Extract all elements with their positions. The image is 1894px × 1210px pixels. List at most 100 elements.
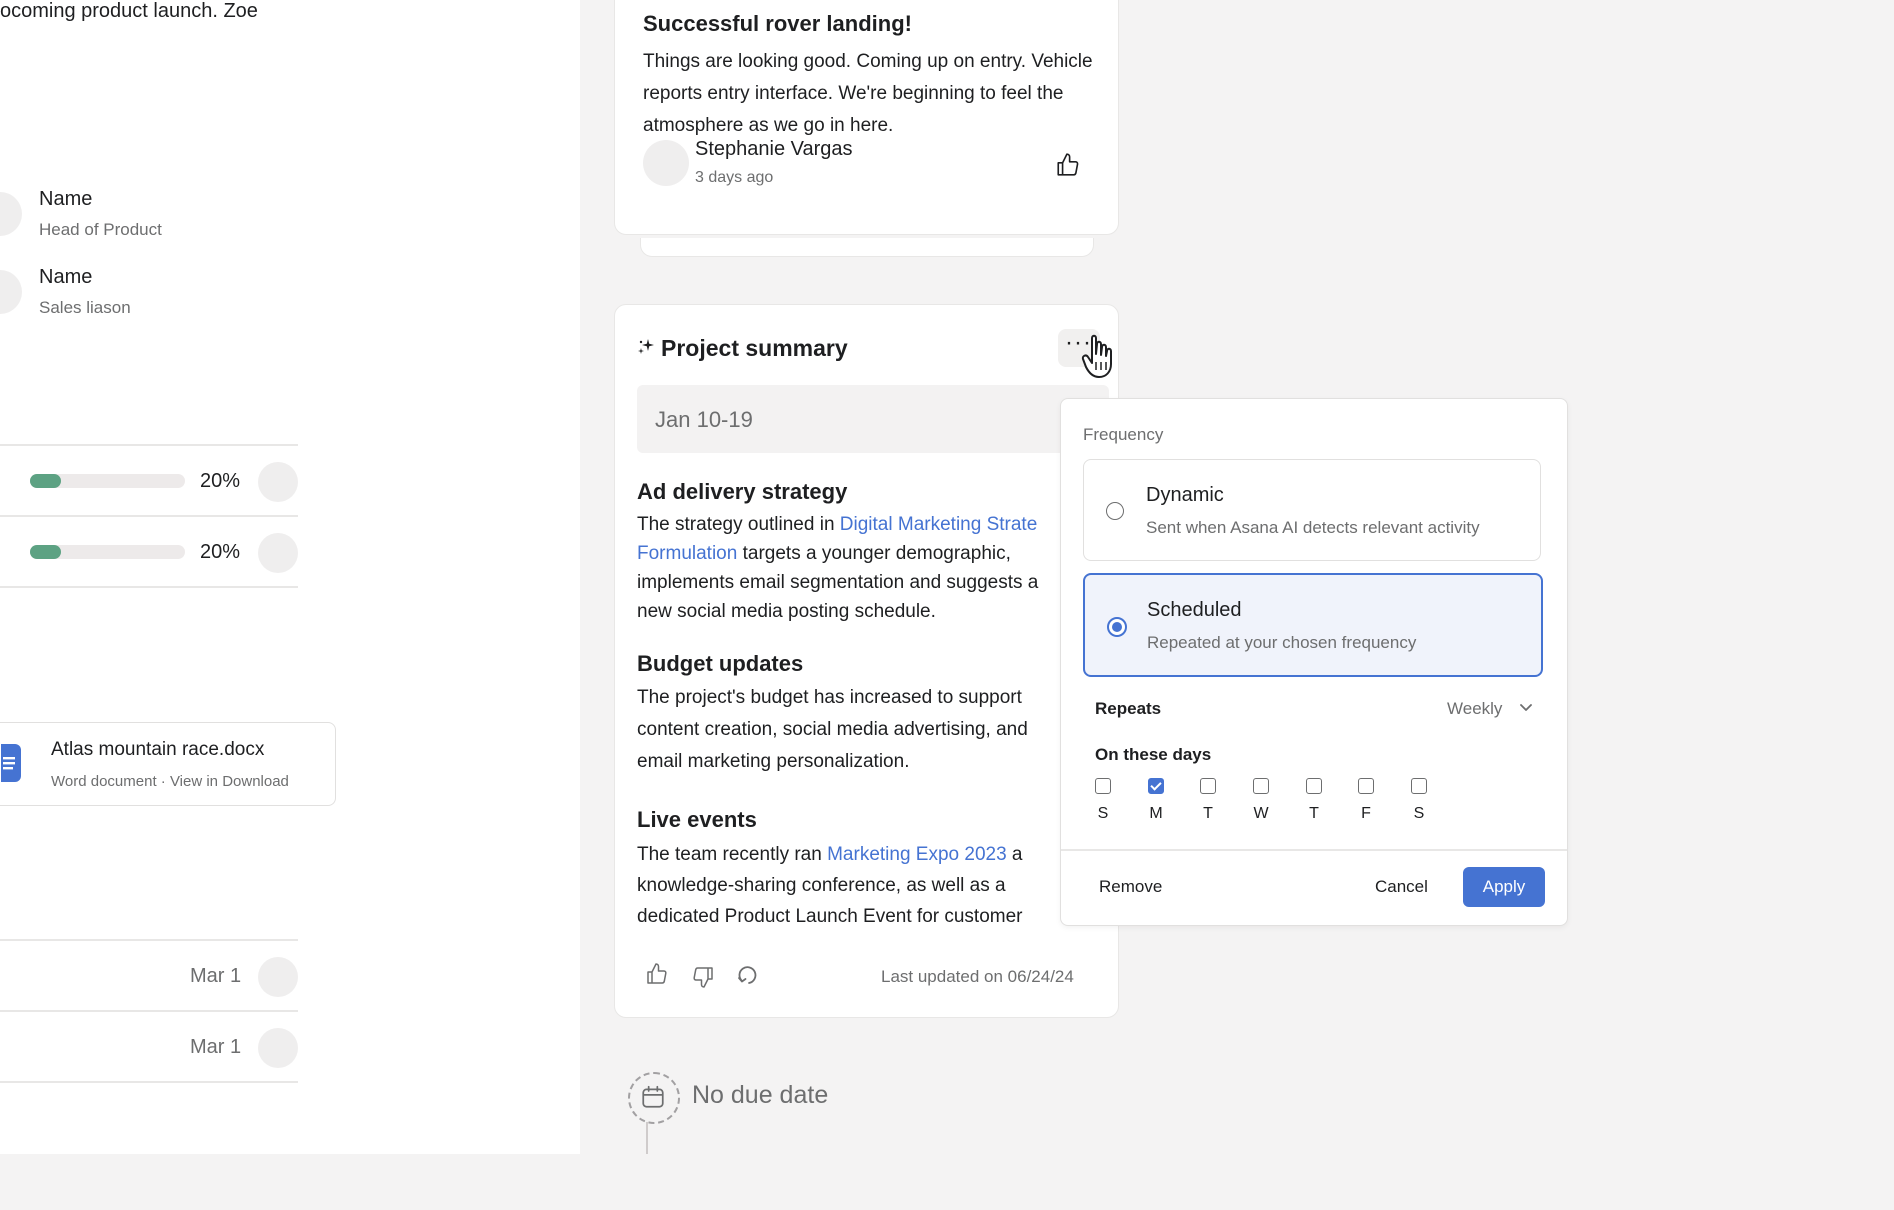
intro-text: ocoming product launch. Zoe xyxy=(0,0,258,22)
status-update-card[interactable]: Successful rover landing! Things are loo… xyxy=(614,0,1119,235)
day-letter: F xyxy=(1361,805,1371,822)
section-line: The team recently ran Marketing Expo 202… xyxy=(637,839,1023,871)
repeats-dropdown[interactable]: Weekly xyxy=(1447,699,1502,719)
thumbs-up-icon[interactable] xyxy=(1055,152,1081,178)
document-subtitle: Word document · View in Download xyxy=(51,773,289,790)
project-summary-card: Project summary ··· Jan 10-19 Ad deliver… xyxy=(614,304,1119,1018)
frequency-option-dynamic[interactable]: Dynamic Sent when Asana AI detects relev… xyxy=(1083,459,1541,561)
day-checkbox-sunday[interactable] xyxy=(1095,778,1111,794)
thumbs-down-icon[interactable] xyxy=(691,965,715,989)
progress-fill xyxy=(30,474,61,488)
days-label: On these days xyxy=(1095,745,1212,764)
chevron-down-icon[interactable] xyxy=(1519,703,1533,713)
section-heading: Ad delivery strategy xyxy=(637,479,848,504)
person-role: Sales liason xyxy=(39,298,131,317)
option-title: Dynamic xyxy=(1146,484,1224,506)
frequency-popover: Frequency Dynamic Sent when Asana AI det… xyxy=(1060,398,1568,926)
day-letter: T xyxy=(1203,805,1213,822)
day-letter: M xyxy=(1149,805,1163,822)
section-line: content creation, social media advertisi… xyxy=(637,719,1028,740)
section-line: Formulation targets a younger demographi… xyxy=(637,539,1011,568)
person-name: Name xyxy=(39,188,93,210)
doc-link[interactable]: Digital Marketing Strate xyxy=(840,514,1037,535)
divider xyxy=(0,1010,298,1012)
avatar xyxy=(0,192,22,236)
divider xyxy=(0,586,298,588)
day-checkbox-tuesday[interactable] xyxy=(1200,778,1216,794)
remove-button[interactable]: Remove xyxy=(1099,877,1162,897)
frequency-label: Frequency xyxy=(1083,425,1164,444)
repeats-label: Repeats xyxy=(1095,699,1162,718)
section-text: targets a younger demographic, xyxy=(737,543,1011,564)
section-heading: Budget updates xyxy=(637,651,804,676)
progress-percent: 20% xyxy=(200,470,241,492)
thumbs-up-icon[interactable] xyxy=(645,962,669,986)
divider xyxy=(0,939,298,941)
author-name: Stephanie Vargas xyxy=(695,138,853,160)
day-checkbox-friday[interactable] xyxy=(1358,778,1374,794)
summary-title: Project summary xyxy=(661,335,848,361)
document-title[interactable]: Atlas mountain race.docx xyxy=(51,739,264,761)
cancel-button[interactable]: Cancel xyxy=(1375,877,1428,897)
progress-bar xyxy=(30,474,185,488)
avatar xyxy=(0,270,22,314)
doc-link[interactable]: Formulation xyxy=(637,543,737,564)
due-date: Mar 1 xyxy=(190,1036,242,1058)
radio-dynamic[interactable] xyxy=(1106,502,1124,520)
event-link[interactable]: Marketing Expo 2023 xyxy=(827,844,1007,865)
assignee-avatar[interactable] xyxy=(258,462,298,502)
document-icon xyxy=(1,744,21,782)
document-icon-lines xyxy=(3,757,15,770)
radio-scheduled[interactable] xyxy=(1107,617,1127,637)
day-checkbox-monday[interactable] xyxy=(1148,778,1164,794)
assignee-avatar[interactable] xyxy=(258,957,298,997)
date-range-text: Jan 10-19 xyxy=(655,407,753,432)
day-checkbox-wednesday[interactable] xyxy=(1253,778,1269,794)
section-text: The strategy outlined in xyxy=(637,514,840,535)
due-date-button[interactable] xyxy=(628,1072,680,1124)
last-updated-text: Last updated on 06/24/24 xyxy=(881,967,1074,986)
update-body: Things are looking good. Coming up on en… xyxy=(643,51,1093,136)
timeline-connector xyxy=(646,1122,648,1154)
option-subtitle: Repeated at your chosen frequency xyxy=(1147,633,1417,652)
section-line: implements email segmentation and sugges… xyxy=(637,572,1039,593)
progress-percent: 20% xyxy=(200,541,241,563)
person-name: Name xyxy=(39,266,93,288)
section-line: dedicated Product Launch Event for custo… xyxy=(637,906,1023,927)
author-avatar xyxy=(643,140,689,186)
frequency-option-scheduled[interactable]: Scheduled Repeated at your chosen freque… xyxy=(1083,573,1543,677)
update-time: 3 days ago xyxy=(695,169,774,186)
day-checkbox-thursday[interactable] xyxy=(1306,778,1322,794)
day-letter: S xyxy=(1413,805,1425,822)
left-pane: ocoming product launch. Zoe Name Head of… xyxy=(0,0,580,1154)
regenerate-icon[interactable] xyxy=(737,963,761,987)
section-heading: Live events xyxy=(637,807,757,832)
progress-fill xyxy=(30,545,61,559)
divider xyxy=(1061,849,1567,851)
day-letter: W xyxy=(1253,805,1269,822)
due-date: Mar 1 xyxy=(190,965,242,987)
divider xyxy=(0,515,298,517)
update-title: Successful rover landing! xyxy=(643,11,912,36)
day-letter: T xyxy=(1309,805,1319,822)
apply-button[interactable]: Apply xyxy=(1463,867,1545,907)
assignee-avatar[interactable] xyxy=(258,533,298,573)
day-letter: S xyxy=(1097,805,1109,822)
section-line: new social media posting schedule. xyxy=(637,601,936,622)
person-role: Head of Product xyxy=(39,220,162,239)
section-line: The strategy outlined in Digital Marketi… xyxy=(637,510,1037,539)
day-checkbox-saturday[interactable] xyxy=(1411,778,1427,794)
section-text: The team recently ran xyxy=(637,844,828,865)
divider xyxy=(0,1081,298,1083)
section-text: a xyxy=(1006,844,1023,865)
document-attachment[interactable]: Atlas mountain race.docx Word document ·… xyxy=(0,722,336,806)
progress-bar xyxy=(30,545,185,559)
option-subtitle: Sent when Asana AI detects relevant acti… xyxy=(1146,518,1480,537)
section-line: email marketing personalization. xyxy=(637,751,910,772)
section-line: knowledge-sharing conference, as well as… xyxy=(637,875,1006,896)
assignee-avatar[interactable] xyxy=(258,1028,298,1068)
hand-cursor-icon xyxy=(1081,334,1112,378)
due-date-label[interactable]: No due date xyxy=(692,1081,828,1110)
divider xyxy=(0,444,298,446)
section-line: The project's budget has increased to su… xyxy=(637,687,1022,708)
